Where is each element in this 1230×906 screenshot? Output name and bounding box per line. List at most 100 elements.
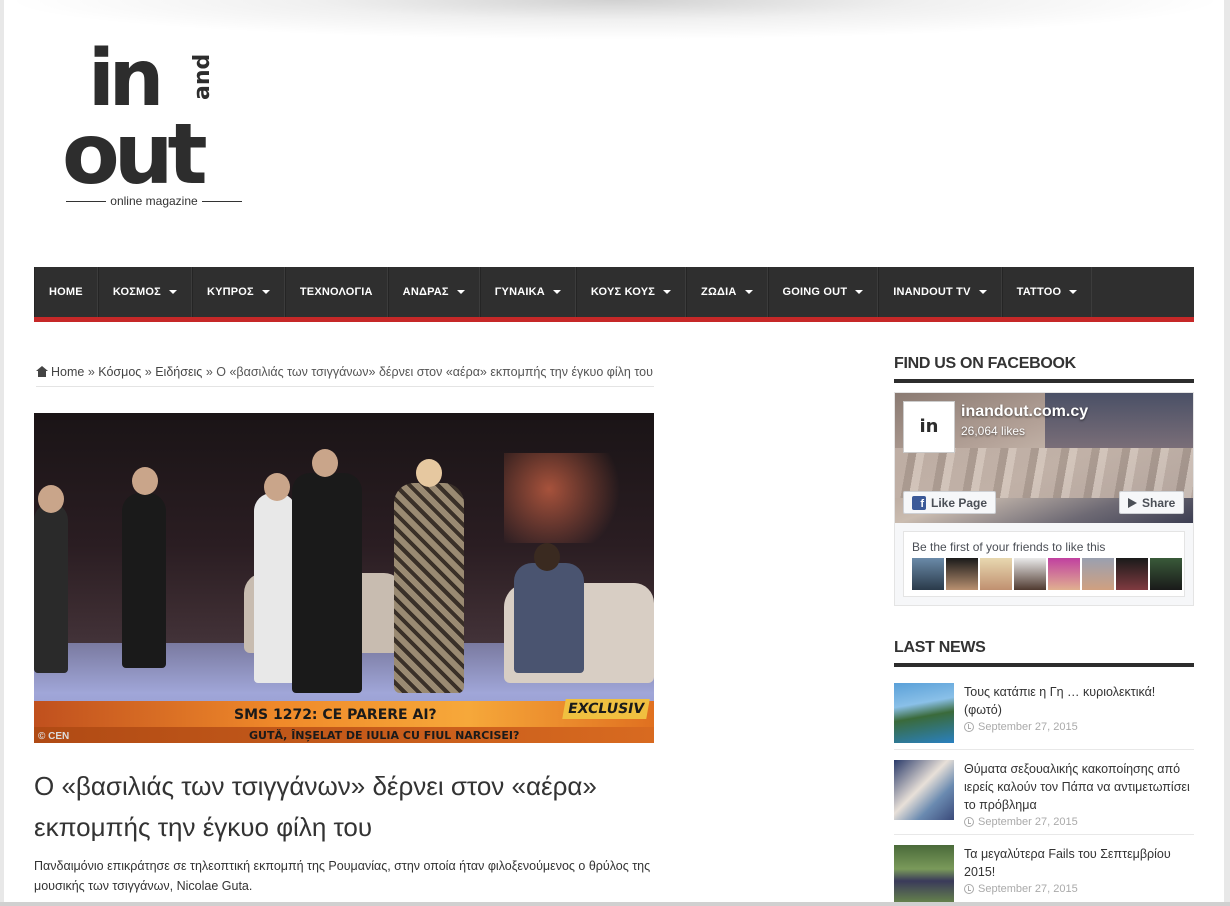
avatar[interactable]: [1082, 558, 1114, 590]
nav-label: GOING OUT: [782, 286, 848, 298]
share-button[interactable]: Share: [1119, 491, 1185, 514]
facebook-avatar-text: in: [919, 416, 939, 437]
news-date: September 27, 2015: [964, 883, 1194, 895]
clock-icon: [964, 722, 974, 732]
chevron-down-icon: [855, 290, 864, 294]
nav-item-gynaika[interactable]: ΓΥΝΑΙΚΑ: [479, 267, 576, 317]
nav-label: HOME: [49, 286, 83, 298]
news-date-text: September 27, 2015: [978, 883, 1078, 895]
chevron-down-icon: [978, 290, 987, 294]
news-title[interactable]: Θύματα σεξουαλικής κακοποίησης από ιερεί…: [964, 760, 1194, 814]
news-date: September 27, 2015: [964, 721, 1194, 733]
article-title: Ο «βασιλιάς των τσιγγάνων» δέρνει στον «…: [34, 771, 597, 842]
logo-tagline: online magazine: [66, 194, 242, 208]
like-page-button[interactable]: f Like Page: [903, 491, 997, 514]
breadcrumb-home-link[interactable]: Home: [51, 365, 84, 379]
avatar[interactable]: [946, 558, 978, 590]
chevron-down-icon: [168, 290, 177, 294]
tv-exclusiv-badge: EXCLUSIV: [562, 699, 650, 719]
avatar[interactable]: [1014, 558, 1046, 590]
facebook-friends-box: Be the first of your friends to like thi…: [903, 531, 1185, 597]
breadcrumb-separator: »: [144, 365, 152, 379]
facebook-page-plugin: in inandout.com.cy 26,064 likes f Like P…: [894, 392, 1194, 606]
nav-item-going-out[interactable]: GOING OUT: [767, 267, 879, 317]
news-body: Θύματα σεξουαλικής κακοποίησης από ιερεί…: [964, 760, 1194, 828]
nav-label: ΚΟΥΣ ΚΟΥΣ: [590, 286, 656, 298]
chevron-down-icon: [1069, 290, 1078, 294]
site-logo[interactable]: in and out online magazine: [62, 40, 247, 215]
article-featured-image: SMS 1272: CE PARERE AI? EXCLUSIV GUTĂ, Î…: [34, 413, 654, 743]
tagline-line-right: [201, 200, 242, 202]
nav-item-inandout-tv[interactable]: INANDOUT TV: [878, 267, 1002, 317]
facebook-friend-avatars: [912, 558, 1182, 590]
nav-accent-bar: [34, 317, 1194, 322]
list-item[interactable]: Τα μεγαλύτερα Fails του Σεπτεμβρίου 2015…: [894, 835, 1194, 906]
news-thumbnail[interactable]: [894, 760, 954, 820]
clock-icon: [964, 817, 974, 827]
news-body: Τους κατάπιε η Γη … κυριολεκτικά! (φωτό)…: [964, 683, 1194, 743]
breadcrumb-kosmos-link[interactable]: Κόσμος: [98, 365, 141, 379]
nav-item-zodia[interactable]: ΖΩΔΙΑ: [686, 267, 768, 317]
chevron-down-icon: [261, 290, 270, 294]
home-icon: [36, 366, 48, 377]
list-item[interactable]: Τους κατάπιε η Γη … κυριολεκτικά! (φωτό)…: [894, 673, 1194, 750]
person-silhouette: [254, 493, 296, 683]
person-head: [534, 543, 560, 571]
news-title[interactable]: Τα μεγαλύτερα Fails του Σεπτεμβρίου 2015…: [964, 845, 1194, 881]
breadcrumb-eidiseis-link[interactable]: Ειδήσεις: [155, 365, 202, 379]
nav-label: ΓΥΝΑΙΚΑ: [494, 286, 545, 298]
avatar[interactable]: [980, 558, 1012, 590]
person-head: [38, 485, 64, 513]
studio-lights: [504, 453, 654, 543]
share-icon: [1128, 497, 1137, 508]
news-thumbnail[interactable]: [894, 845, 954, 905]
news-body: Τα μεγαλύτερα Fails του Σεπτεμβρίου 2015…: [964, 845, 1194, 905]
nav-item-kous-kous[interactable]: ΚΟΥΣ ΚΟΥΣ: [575, 267, 687, 317]
window-frame-right: [1224, 0, 1230, 906]
nav-item-home[interactable]: HOME: [34, 267, 98, 317]
last-news-list: Τους κατάπιε η Γη … κυριολεκτικά! (φωτό)…: [894, 673, 1194, 906]
person-silhouette: [394, 483, 464, 693]
like-page-label: Like Page: [931, 495, 988, 510]
last-news-widget-title: LAST NEWS: [894, 639, 1194, 667]
chevron-down-icon: [744, 290, 753, 294]
avatar[interactable]: [1116, 558, 1148, 590]
news-date-text: September 27, 2015: [978, 721, 1078, 733]
tagline-line-left: [66, 200, 107, 202]
logo-word-out: out: [62, 105, 208, 203]
nav-label: ΖΩΔΙΑ: [701, 286, 737, 298]
horizontal-scrollbar[interactable]: [0, 902, 1230, 906]
facebook-cover-photo[interactable]: in inandout.com.cy 26,064 likes f Like P…: [895, 393, 1193, 523]
breadcrumb-current: Ο «βασιλιάς των τσιγγάνων» δέρνει στον «…: [216, 365, 653, 379]
avatar[interactable]: [1150, 558, 1182, 590]
chevron-down-icon: [456, 290, 465, 294]
person-silhouette: [122, 493, 166, 668]
nav-label: INANDOUT TV: [893, 286, 971, 298]
nav-item-kypros[interactable]: ΚΥΠΡΟΣ: [191, 267, 285, 317]
facebook-page-name[interactable]: inandout.com.cy: [961, 403, 1088, 421]
nav-item-tattoo[interactable]: TATTOO: [1001, 267, 1093, 317]
person-silhouette: [34, 503, 68, 673]
avatar[interactable]: [1048, 558, 1080, 590]
main-navigation: HOME ΚΟΣΜΟΣ ΚΥΠΡΟΣ ΤΕΧΝΟΛΟΓΙΑ ΑΝΔΡΑΣ ΓΥΝ…: [34, 267, 1194, 317]
breadcrumb-separator: »: [205, 365, 213, 379]
chevron-down-icon: [663, 290, 672, 294]
nav-item-andras[interactable]: ΑΝΔΡΑΣ: [387, 267, 480, 317]
news-title[interactable]: Τους κατάπιε η Γη … κυριολεκτικά! (φωτό): [964, 683, 1194, 719]
chevron-down-icon: [552, 290, 561, 294]
facebook-friends-text: Be the first of your friends to like thi…: [912, 540, 1106, 554]
logo-word-and: and: [190, 53, 215, 100]
tagline-text: online magazine: [110, 194, 198, 208]
breadcrumb-separator: »: [87, 365, 95, 379]
image-watermark: © CEN: [38, 731, 70, 742]
facebook-page-avatar[interactable]: in: [903, 401, 955, 453]
nav-item-kosmos[interactable]: ΚΟΣΜΟΣ: [97, 267, 192, 317]
avatar[interactable]: [912, 558, 944, 590]
news-thumbnail[interactable]: [894, 683, 954, 743]
person-head: [312, 449, 338, 477]
list-item[interactable]: Θύματα σεξουαλικής κακοποίησης από ιερεί…: [894, 750, 1194, 835]
nav-item-technologia[interactable]: ΤΕΧΝΟΛΟΓΙΑ: [284, 267, 388, 317]
person-head: [264, 473, 290, 501]
nav-label: TATTOO: [1016, 286, 1062, 298]
news-date-text: September 27, 2015: [978, 816, 1078, 828]
